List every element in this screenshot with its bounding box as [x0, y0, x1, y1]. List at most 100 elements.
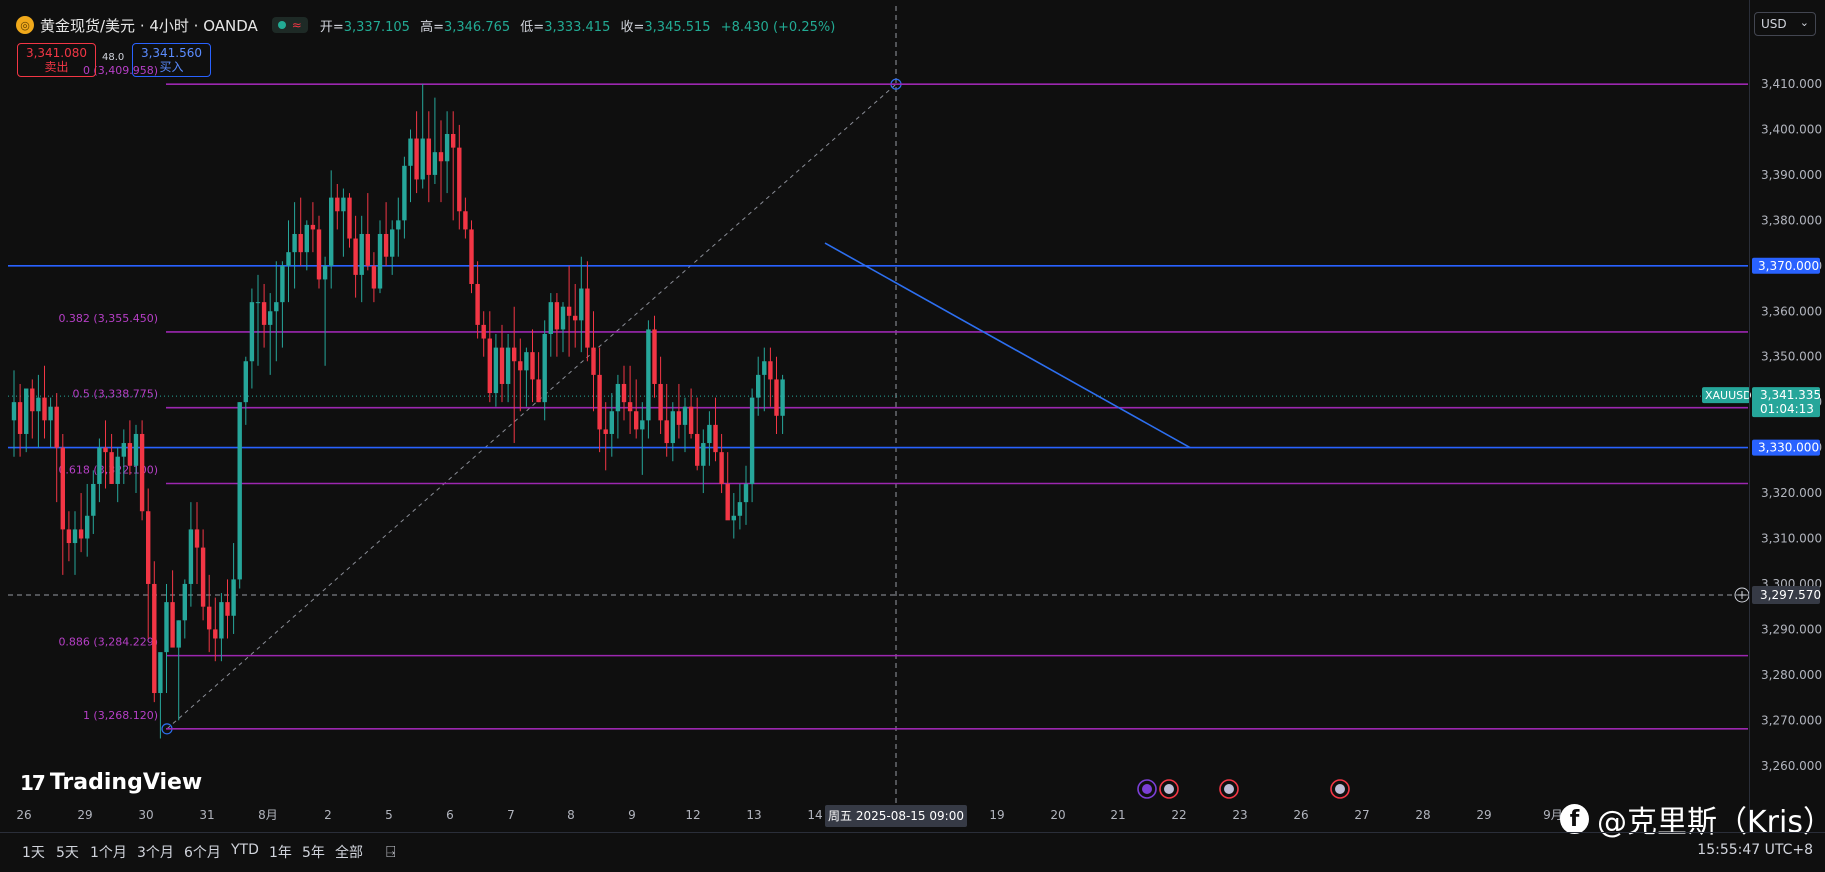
candle-body	[60, 447, 65, 530]
candle-body	[329, 197, 334, 266]
x-tick-label: 21	[1110, 808, 1125, 822]
candle-body	[554, 302, 560, 330]
candle-body	[530, 352, 535, 380]
market-status[interactable]: ≈	[271, 17, 308, 33]
y-tick-label: 3,290.000	[1761, 622, 1822, 636]
x-tick-label: 5	[385, 808, 393, 822]
y-tick-label: 3,310.000	[1761, 532, 1822, 546]
ohlc-low-value: 3,333.415	[544, 19, 611, 35]
candle-body	[646, 329, 651, 421]
candle-body	[731, 515, 736, 521]
candle-body	[298, 233, 303, 253]
candle-body	[670, 411, 675, 444]
price-axis-separator	[1749, 0, 1750, 832]
candle-body	[676, 411, 682, 425]
sell-price: 3,341.080	[25, 46, 88, 60]
ohlc-open-value: 3,337.105	[343, 19, 410, 35]
candle-body	[548, 302, 553, 334]
candle-body	[170, 602, 175, 648]
candle-body	[182, 583, 187, 621]
candle-body	[658, 383, 663, 421]
ohlc-readout: 开=3,337.105 高=3,346.765 低=3,333.415 收=3,…	[320, 16, 841, 35]
candle-body	[701, 443, 706, 466]
price-chart[interactable]: 3,260.0003,270.0003,280.0003,290.0003,30…	[0, 0, 1825, 871]
candle-body	[585, 288, 590, 348]
candle-body	[322, 265, 328, 280]
clock-readout[interactable]: 15:55:47 UTC+8	[1697, 842, 1813, 858]
candle-body	[707, 424, 712, 444]
candle-body	[408, 138, 413, 166]
goto-date-icon[interactable]: ⍈	[386, 842, 396, 862]
last-price-label: 3,341.335	[1760, 388, 1821, 402]
timeframe-1d[interactable]: 1天	[22, 842, 45, 862]
ohlc-high-value: 3,346.765	[443, 19, 511, 35]
tradingview-logo[interactable]: 17 TradingView	[20, 770, 202, 795]
candle-body	[457, 147, 462, 212]
y-tick-label: 3,400.000	[1761, 122, 1822, 136]
candle-body	[682, 406, 688, 425]
candle-body	[560, 306, 566, 330]
candle-body	[341, 197, 346, 212]
candle-body	[146, 511, 151, 584]
fib-anchor-line	[166, 83, 897, 730]
timeframe-5y[interactable]: 5年	[302, 842, 325, 862]
timeframe-6m[interactable]: 6个月	[184, 842, 221, 862]
timeframe-3m[interactable]: 3个月	[137, 842, 174, 862]
sell-button[interactable]: 3,341.080 卖出	[17, 43, 96, 77]
ohlc-close-value: 3,345.515	[644, 19, 711, 35]
candle-body	[255, 302, 261, 304]
currency-value: USD	[1761, 17, 1787, 31]
candle-body	[627, 402, 633, 412]
timeframe-5d[interactable]: 5天	[56, 842, 79, 862]
candle-body	[493, 347, 499, 394]
timeframe-ytd[interactable]: YTD	[231, 842, 259, 858]
candle-body	[475, 283, 480, 325]
candle-body	[310, 224, 316, 230]
candle-body	[444, 133, 450, 162]
sell-label: 卖出	[44, 60, 69, 74]
candle-body	[335, 197, 340, 212]
x-tick-label: 6	[446, 808, 454, 822]
candle-body	[420, 138, 425, 180]
trend-line	[824, 242, 1191, 449]
timeframe-1y[interactable]: 1年	[269, 842, 292, 862]
candle-body	[109, 452, 114, 484]
candle-body	[286, 252, 291, 266]
candle-body	[176, 620, 181, 648]
x-tick-label: 8月	[258, 808, 278, 822]
candle-body	[621, 383, 627, 403]
spread-value: 48.0	[102, 52, 125, 63]
candle-body	[219, 602, 224, 639]
countdown-label: 01:04:13	[1760, 402, 1814, 416]
candle-body	[42, 397, 47, 421]
x-tick-label: 28	[1415, 808, 1430, 822]
timeframe-all[interactable]: 全部	[335, 842, 363, 862]
candle-body	[359, 233, 364, 275]
candle-body	[390, 229, 395, 257]
currency-select[interactable]: USD ⌄	[1754, 12, 1816, 36]
y-tick-label: 3,390.000	[1761, 168, 1822, 182]
candle-body	[603, 429, 608, 434]
candle-body	[463, 211, 468, 230]
buy-button[interactable]: 3,341.560 买入	[132, 43, 211, 77]
candle-body	[396, 220, 401, 230]
candle-body	[152, 583, 157, 694]
candle-body	[762, 361, 767, 375]
tradingview-mark-icon: 17	[20, 770, 46, 795]
timeframe-1m[interactable]: 1个月	[90, 842, 127, 862]
fib-level-label: 0.382 (3,355.450)	[58, 312, 158, 325]
candle-body	[451, 133, 456, 148]
x-tick-label: 20	[1050, 808, 1065, 822]
candle-body	[780, 379, 785, 416]
buy-label: 买入	[159, 60, 184, 74]
y-tick-label: 3,380.000	[1761, 213, 1822, 227]
y-tick-label: 3,270.000	[1761, 713, 1822, 727]
x-tick-label: 7	[507, 808, 515, 822]
candle-body	[737, 502, 743, 516]
candle-body	[713, 424, 718, 453]
symbol-title[interactable]: 黄金现货/美元 · 4小时 · OANDA	[40, 15, 258, 36]
fib-level-label: 0.5 (3,338.775)	[72, 388, 158, 401]
candle-body	[774, 379, 779, 416]
ohlc-change-value: +8.430 (+0.25%)	[720, 19, 836, 35]
candle-body	[249, 302, 255, 362]
